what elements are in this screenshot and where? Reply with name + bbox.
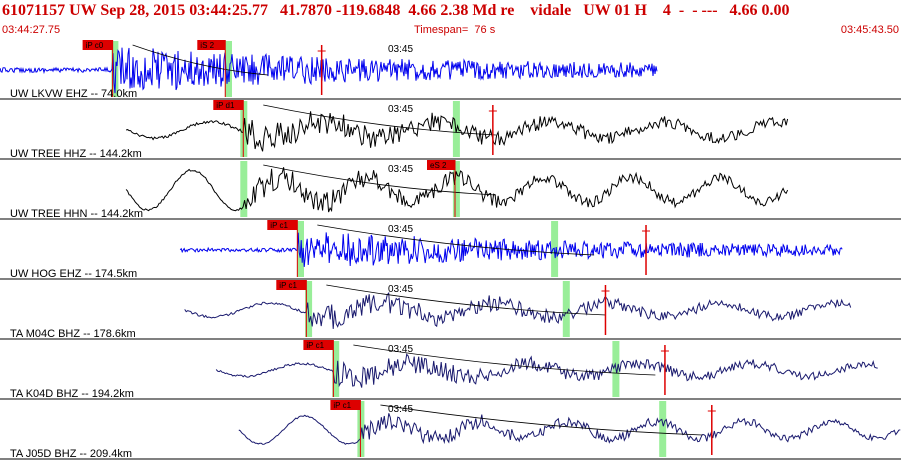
end-time: 03:45:43.50 [840,24,899,36]
channel-label: UW TREE HHZ -- 144.2km [10,148,142,160]
s-pick-label: eS 2 [430,161,447,170]
minute-tick-label: 03:45 [388,44,413,55]
start-time: 03:44:27.75 [2,24,61,36]
p-pick-label: iP c0 [86,41,104,50]
minute-tick-label: 03:45 [388,284,413,295]
waveform-trace [215,353,878,388]
channel-label: UW HOG EHZ -- 174.5km [10,268,137,280]
s-pick-label: iS 2 [200,41,214,50]
p-pick-label: iP c1 [306,341,324,350]
waveform-trace [0,47,658,94]
minute-tick-label: 03:45 [388,104,413,115]
p-pick-label: iP c1 [279,281,297,290]
minute-tick-label: 03:45 [388,164,413,175]
minute-tick-label: 03:45 [388,224,413,235]
seismogram-panel[interactable]: 03:45 iP c0 iS 2 UW LKVW EHZ -- 74.0km 03:45… [0,39,901,460]
seismogram-canvas[interactable]: 03:45 iP c0 iS 2 UW LKVW EHZ -- 74.0km 03:45… [0,39,901,460]
p-pick-label: iP c1 [270,221,288,230]
timespan-label: Timespan= 76 s [414,24,496,36]
channel-label: UW LKVW EHZ -- 74.0km [10,88,137,100]
event-title: 61071157 UW Sep 28, 2015 03:44:25.77 41.… [2,2,790,19]
travel-time-curve [263,164,496,196]
phase-window [659,401,667,457]
p-pick-label: iP c1 [333,401,351,410]
waveform-trace [184,291,852,329]
p-pick-label: iP d1 [216,101,235,110]
channel-label: TA J05D BHZ -- 209.4km [10,448,132,460]
channel-label: UW TREE HHN -- 144.2km [10,208,143,220]
waveform-trace [238,413,901,445]
channel-label: TA K04D BHZ -- 194.2km [10,388,134,400]
channel-label: TA M04C BHZ -- 178.6km [10,328,136,340]
header-bar: 61071157 UW Sep 28, 2015 03:44:25.77 41.… [0,0,901,40]
